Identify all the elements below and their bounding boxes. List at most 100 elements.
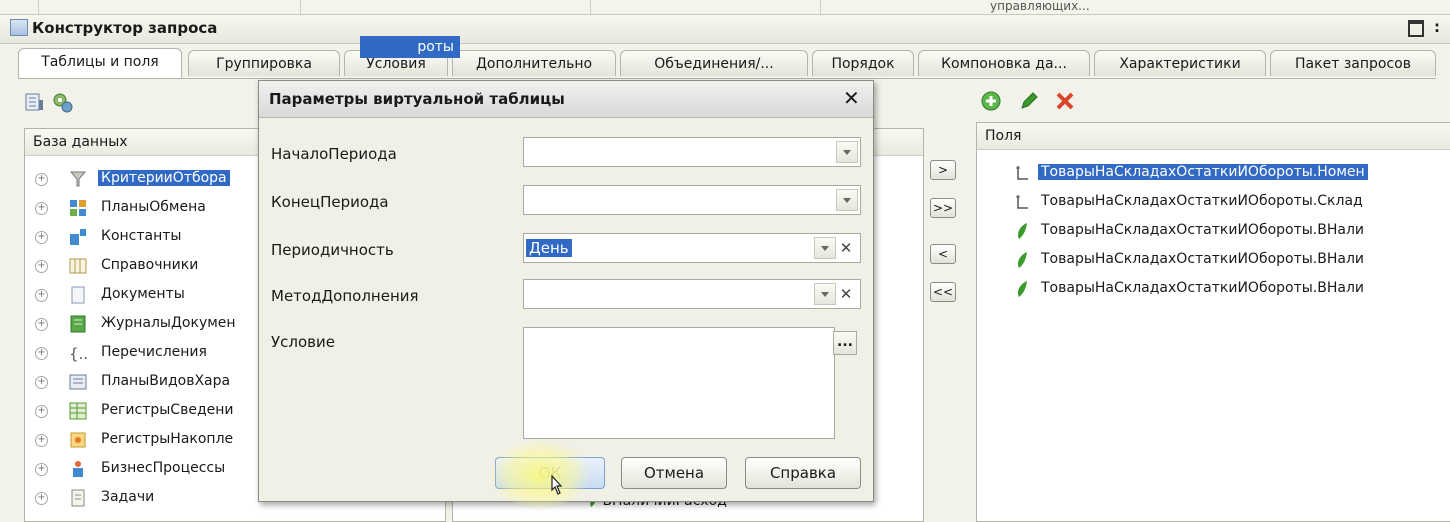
- expand-icon[interactable]: +: [35, 463, 48, 476]
- close-icon[interactable]: ✕: [843, 86, 860, 110]
- expand-icon[interactable]: +: [35, 434, 48, 447]
- field-row[interactable]: ТоварыНаСкладахОстаткиИОбороты.Номен: [977, 159, 1450, 188]
- window-title-bar[interactable]: [0, 14, 1450, 44]
- divider: [300, 0, 301, 14]
- field-row[interactable]: ТоварыНаСкладахОстаткиИОбороты.ВНали: [977, 246, 1450, 275]
- condition-textarea[interactable]: [523, 327, 835, 439]
- tab-tables-and-fields[interactable]: Таблицы и поля: [18, 48, 182, 78]
- chevron-down-icon[interactable]: [836, 141, 858, 163]
- tab-characteristics[interactable]: Характеристики: [1094, 50, 1266, 76]
- field-row[interactable]: ТоварыНаСкладахОстаткиИОбороты.ВНали: [977, 275, 1450, 304]
- tree-item-label: РегистрыСведени: [101, 402, 234, 418]
- tab-order[interactable]: Порядок: [812, 50, 914, 76]
- period-end-label: КонецПериода: [271, 193, 389, 211]
- tab-divider: [18, 78, 1436, 79]
- catalog-icon: [69, 258, 87, 274]
- expand-icon[interactable]: +: [35, 289, 48, 302]
- field-label: ТоварыНаСкладахОстаткиИОбороты.ВНали: [1041, 280, 1365, 296]
- query-list-icon[interactable]: [24, 92, 44, 112]
- svg-text:{..}: {..}: [69, 345, 87, 362]
- expand-icon[interactable]: +: [35, 260, 48, 273]
- periodicity-label: Периодичность: [271, 241, 394, 259]
- maximize-icon[interactable]: [1408, 20, 1424, 37]
- tree-item-label: Задачи: [101, 489, 155, 505]
- mouse-cursor-icon: [551, 474, 563, 495]
- resource-icon: [1017, 281, 1027, 297]
- tree-item-label: Перечисления: [101, 344, 207, 360]
- close-icon[interactable]: :: [1434, 18, 1440, 36]
- divider: [38, 0, 39, 14]
- expand-icon[interactable]: +: [35, 347, 48, 360]
- field-row[interactable]: ТоварыНаСкладахОстаткиИОбороты.ВНали: [977, 217, 1450, 246]
- tree-item-label: Справочники: [101, 257, 199, 273]
- document-icon: [71, 286, 85, 304]
- expand-icon[interactable]: +: [35, 231, 48, 244]
- chevron-down-icon[interactable]: [814, 237, 836, 259]
- edit-pencil-icon[interactable]: [1018, 90, 1040, 112]
- condition-more-button[interactable]: ...: [833, 331, 857, 355]
- move-right-button[interactable]: >: [930, 160, 956, 180]
- selected-table-label: роты: [417, 39, 454, 55]
- dimension-icon: [1016, 166, 1028, 180]
- clear-icon[interactable]: ✕: [836, 237, 856, 259]
- tab-query-batch[interactable]: Пакет запросов: [1270, 50, 1436, 76]
- tree-item-label: ЖурналыДокумен: [101, 315, 236, 331]
- task-icon: [71, 489, 85, 507]
- tab-additional[interactable]: Дополнительно: [452, 50, 616, 76]
- cut-off-text: управляющих...: [990, 0, 1090, 13]
- info-register-icon: [69, 402, 87, 420]
- help-button[interactable]: Справка: [745, 457, 861, 489]
- add-icon[interactable]: [980, 90, 1002, 112]
- resource-icon: [1017, 252, 1027, 268]
- tree-item-label: Константы: [101, 228, 182, 244]
- exchange-icon: [70, 200, 86, 216]
- field-label: ТоварыНаСкладахОстаткиИОбороты.ВНали: [1041, 222, 1365, 238]
- tree-item-label: РегистрыНакопле: [101, 431, 234, 447]
- expand-icon[interactable]: +: [35, 376, 48, 389]
- accum-register-icon: [70, 432, 86, 448]
- field-label: ТоварыНаСкладахОстаткиИОбороты.ВНали: [1041, 251, 1365, 267]
- database-header-label: База данных: [33, 134, 128, 150]
- delete-icon[interactable]: [1054, 90, 1076, 112]
- tree-item-label: БизнесПроцессы: [101, 460, 226, 476]
- chevron-down-icon[interactable]: [836, 189, 858, 211]
- expand-icon[interactable]: +: [35, 318, 48, 331]
- background-window-strip: управляющих...: [0, 0, 1450, 15]
- periodicity-value: День: [526, 239, 572, 257]
- move-left-button[interactable]: <: [930, 244, 956, 264]
- clear-icon[interactable]: ✕: [836, 283, 856, 305]
- field-label: ТоварыНаСкладахОстаткиИОбороты.Номен: [1038, 164, 1368, 180]
- dimension-icon: [1016, 195, 1028, 209]
- condition-label: Условие: [271, 333, 335, 351]
- tree-item-label: ПланыОбмена: [101, 199, 206, 215]
- chart-types-icon: [69, 374, 87, 390]
- chevron-down-icon[interactable]: [814, 283, 836, 305]
- divider: [820, 0, 821, 14]
- move-all-left-button[interactable]: <<: [930, 282, 956, 302]
- fill-method-field[interactable]: ✕: [523, 279, 861, 309]
- period-start-label: НачалоПериода: [271, 145, 397, 163]
- expand-icon[interactable]: +: [35, 405, 48, 418]
- move-all-right-button[interactable]: >>: [930, 198, 956, 218]
- expand-icon[interactable]: +: [35, 202, 48, 215]
- field-label: ТоварыНаСкладахОстаткиИОбороты.Склад: [1041, 193, 1363, 209]
- selected-table-row[interactable]: роты: [360, 36, 460, 58]
- enum-icon: {..}: [69, 345, 87, 362]
- query-builder-icon: [10, 19, 28, 36]
- periodicity-field[interactable]: День ✕: [523, 233, 861, 263]
- journal-icon: [70, 315, 86, 333]
- expand-icon[interactable]: +: [35, 173, 48, 186]
- cancel-button[interactable]: Отмена: [621, 457, 727, 489]
- tab-unions[interactable]: Объединения/...: [620, 50, 808, 76]
- constants-icon: [70, 229, 86, 245]
- tab-data-composition[interactable]: Компоновка да...: [918, 50, 1090, 76]
- tab-grouping[interactable]: Группировка: [188, 50, 340, 76]
- period-start-field[interactable]: [523, 137, 861, 167]
- settings-gear-icon[interactable]: [50, 90, 74, 114]
- expand-icon[interactable]: +: [35, 492, 48, 505]
- filter-icon: [69, 171, 87, 187]
- period-end-field[interactable]: [523, 185, 861, 215]
- tab-bar: Таблицы и поля Группировка Условия Допол…: [18, 48, 1438, 78]
- field-row[interactable]: ТоварыНаСкладахОстаткиИОбороты.Склад: [977, 188, 1450, 217]
- cursor-highlight: [490, 440, 590, 510]
